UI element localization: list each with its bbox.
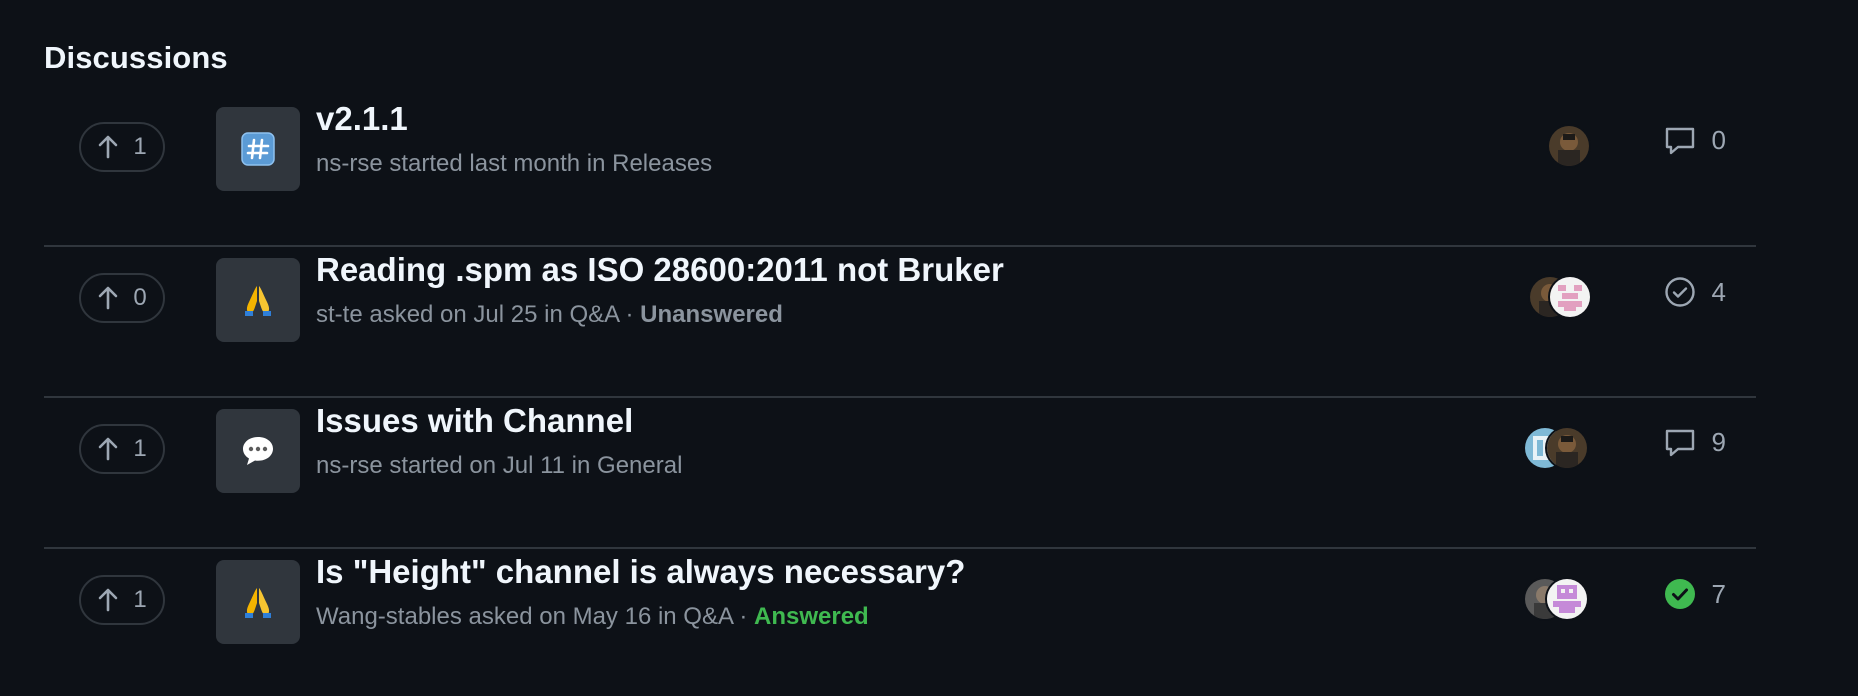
arrow-up-icon [97,135,119,159]
discussion-meta-text: Wang-stables asked on May 16 in Q&A · [316,603,754,630]
upvote-button[interactable]: 1 [79,122,165,172]
comment-count[interactable]: 4 [1664,276,1726,308]
discussions-panel: Discussions 1 v2.1.1 ns-rse started last… [0,0,1858,696]
status-badge: Unanswered [640,301,783,328]
hash-emoji-icon [216,107,300,191]
discussion-meta-text: ns-rse started last month in Releases [316,150,713,177]
upvote-button[interactable]: 1 [79,575,165,625]
discussion-title[interactable]: v2.1.1 [316,100,408,138]
arrow-up-icon [97,286,119,310]
comment-count-value: 4 [1711,276,1726,307]
comment-count[interactable]: 7 [1664,578,1726,610]
praying-hands-emoji-icon [216,560,300,644]
speech-balloon-emoji-icon [216,409,300,493]
vote-count: 1 [133,133,147,160]
participant-avatars [1523,426,1589,470]
avatar[interactable] [1545,577,1589,621]
discussion-title[interactable]: Issues with Channel [316,402,633,440]
discussion-row: 1 v2.1.1 ns-rse started last month in Re… [44,96,1756,247]
comment-count-value: 0 [1711,125,1726,155]
comment-count[interactable]: 9 [1664,427,1726,458]
discussion-meta-text: ns-rse started on Jul 11 in General [316,452,683,479]
discussion-list: 1 v2.1.1 ns-rse started last month in Re… [44,96,1756,696]
upvote-button[interactable]: 1 [79,424,165,474]
participant-avatars [1528,275,1592,319]
vote-count: 0 [133,284,147,311]
discussion-row: 1 Is "Height" channel is always necessar… [44,549,1756,696]
arrow-up-icon [97,437,119,461]
comment-icon [1664,428,1696,458]
avatar[interactable] [1545,426,1589,470]
discussion-row: 1 Issues with Channel ns-rse started on … [44,398,1756,549]
discussion-title[interactable]: Is "Height" channel is always necessary? [316,553,965,591]
participant-avatars [1547,124,1591,168]
praying-hands-emoji-icon [216,258,300,342]
check-circle-outline-icon [1664,276,1696,308]
discussion-row: 0 Reading .spm as ISO 28600:2011 not Bru… [44,247,1756,398]
comment-count[interactable]: 0 [1664,125,1726,156]
discussion-meta: ns-rse started last month in Releases [316,150,712,178]
discussion-meta-text: st-te asked on Jul 25 in Q&A · [316,301,641,328]
vote-count: 1 [133,435,147,462]
discussion-title[interactable]: Reading .spm as ISO 28600:2011 not Bruke… [316,251,1004,289]
check-circle-filled-icon [1664,578,1696,610]
discussion-meta: st-te asked on Jul 25 in Q&A · Unanswere… [316,301,783,329]
participant-avatars [1523,577,1589,621]
vote-count: 1 [133,586,147,613]
arrow-up-icon [97,588,119,612]
comment-icon [1664,126,1696,156]
avatar[interactable] [1548,275,1592,319]
status-badge: Answered [754,603,869,630]
comment-count-value: 9 [1711,427,1726,457]
upvote-button[interactable]: 0 [79,273,165,323]
avatar[interactable] [1547,124,1591,168]
section-title: Discussions [44,40,228,75]
discussion-meta: ns-rse started on Jul 11 in General [316,452,682,480]
comment-count-value: 7 [1711,578,1726,609]
discussion-meta: Wang-stables asked on May 16 in Q&A · An… [316,603,869,631]
